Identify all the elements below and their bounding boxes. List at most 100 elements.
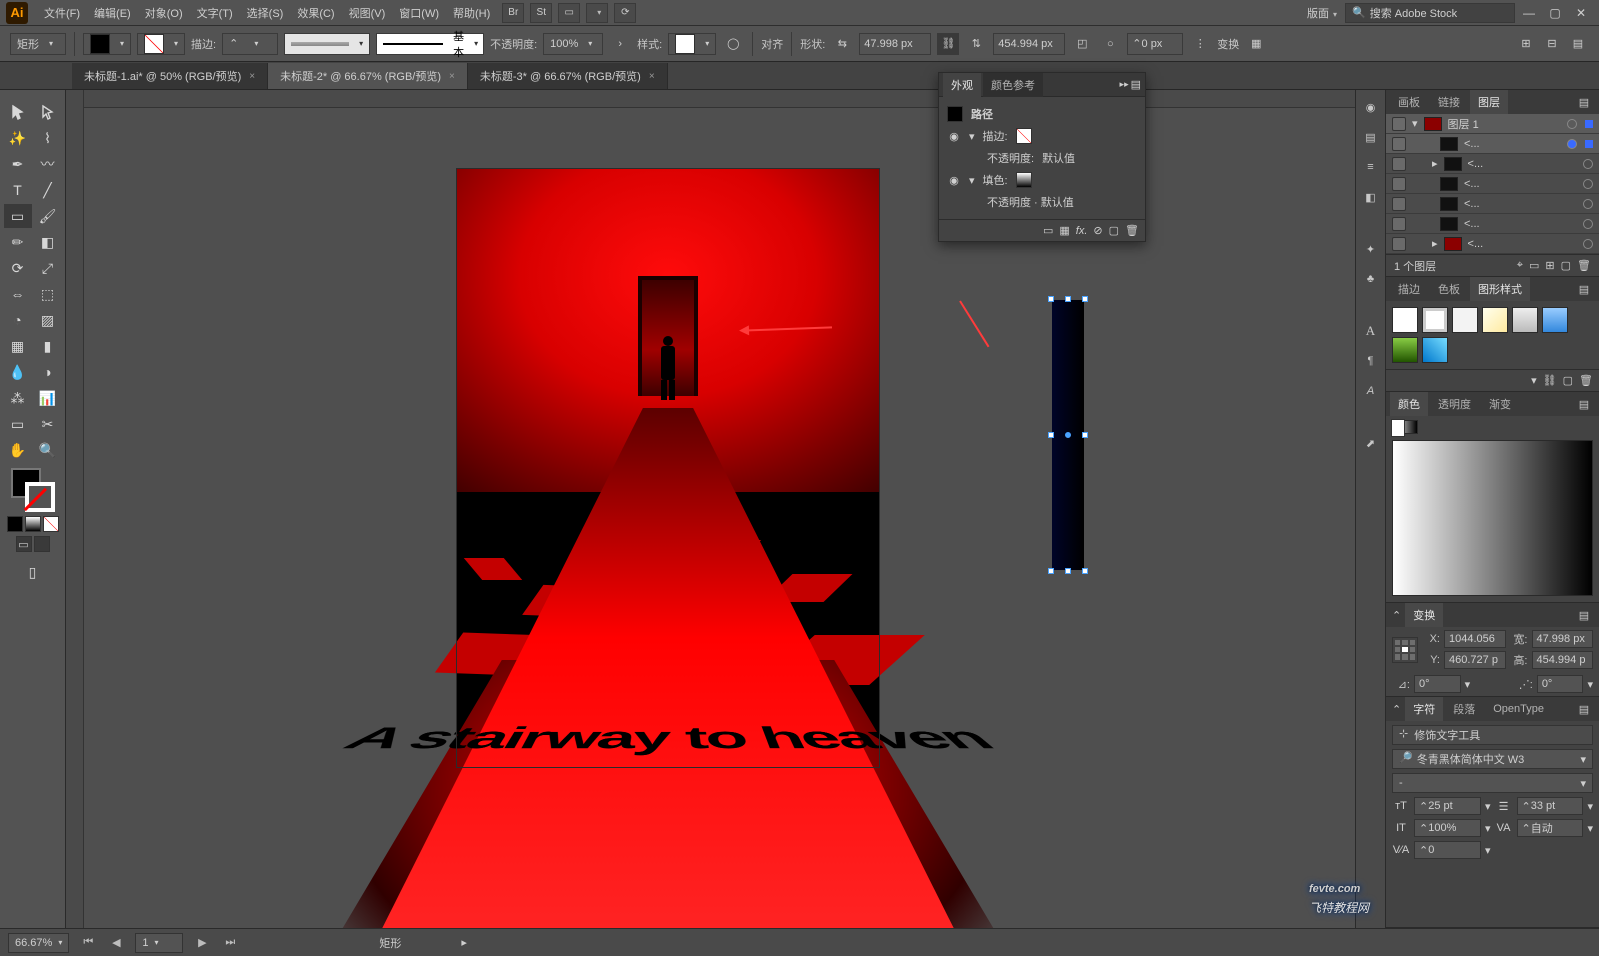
style-swatch[interactable]	[1452, 307, 1478, 333]
visibility-icon[interactable]	[1392, 117, 1406, 131]
tab-color-panel[interactable]: 颜色	[1390, 392, 1428, 416]
tab-color-guide[interactable]: 颜色参考	[983, 73, 1043, 97]
style-swatch[interactable]	[1422, 307, 1448, 333]
menu-window[interactable]: 窗口(W)	[393, 2, 445, 24]
style-swatch[interactable]	[1392, 337, 1418, 363]
swatches-dock-icon[interactable]: ✦	[1360, 238, 1382, 260]
tab-transparency-panel[interactable]: 透明度	[1430, 392, 1479, 416]
canvas[interactable]: A stairway to heaven	[66, 90, 1355, 928]
panel-menu-icon[interactable]: ▤	[1573, 393, 1595, 415]
y-field[interactable]: 460.727 p	[1444, 651, 1506, 669]
transform-dock-icon[interactable]: ⬈	[1360, 432, 1382, 454]
add-effect-icon[interactable]: fx.	[1076, 225, 1088, 237]
sublayer-row[interactable]: ▸<...	[1386, 234, 1599, 254]
artboard-tool[interactable]: ▭	[4, 412, 32, 436]
panel-menu-icon[interactable]: ▤	[1573, 698, 1595, 720]
stroke-color[interactable]	[25, 482, 55, 512]
selection-tool[interactable]	[4, 100, 32, 124]
font-family-combo[interactable]: 🔎冬青黑体简体中文 W3▾	[1392, 749, 1593, 769]
vertical-ruler[interactable]	[66, 90, 84, 928]
shape-combo[interactable]: 矩形▾	[10, 33, 66, 55]
status-expand-icon[interactable]: ▸	[461, 936, 467, 949]
fill-stroke-indicator[interactable]	[11, 468, 55, 512]
menu-file[interactable]: 文件(F)	[38, 2, 86, 24]
stroke-color-swatch[interactable]	[1016, 128, 1032, 144]
scale-tool[interactable]: ⤢	[34, 256, 62, 280]
visibility-icon[interactable]: ◉	[947, 174, 961, 187]
corner-radius-field[interactable]: ⌃0 px	[1127, 33, 1183, 55]
add-stroke-icon[interactable]: ▭	[1043, 224, 1053, 237]
menu-effect[interactable]: 效果(C)	[291, 2, 340, 24]
color-spectrum[interactable]	[1392, 440, 1593, 596]
brush-combo[interactable]: 基本▾	[376, 33, 484, 55]
close-icon[interactable]: ×	[449, 71, 455, 82]
opacity-expand-icon[interactable]: ›	[609, 33, 631, 55]
panel-menu-icon[interactable]: ▤	[1573, 604, 1595, 626]
align-panel-icon[interactable]: ⊞	[1515, 33, 1537, 55]
width-tool[interactable]: ⇔	[4, 282, 32, 306]
first-artboard-icon[interactable]: ⏮	[79, 934, 97, 952]
w-field[interactable]: 47.998 px	[1532, 630, 1594, 648]
free-transform-tool[interactable]: ⬚	[34, 282, 62, 306]
font-style-combo[interactable]: -▾	[1392, 773, 1593, 793]
direct-selection-tool[interactable]	[34, 100, 62, 124]
color-fill-stroke-toggle[interactable]	[1392, 420, 1418, 434]
mesh-tool[interactable]: ▦	[4, 334, 32, 358]
stroke-width-profile[interactable]: ▾	[284, 33, 370, 55]
appearance-panel[interactable]: 外观 颜色参考 ▸▸ ▤ 路径 ◉▾描边: 不透明度:默认值 ◉▾填色: 不透明…	[938, 72, 1146, 242]
tab-opentype[interactable]: OpenType	[1485, 699, 1552, 719]
sublayer-row[interactable]: <...	[1386, 134, 1599, 154]
gpu-icon[interactable]: ⟳	[614, 3, 636, 23]
tab-character[interactable]: 字符	[1405, 697, 1443, 721]
menu-edit[interactable]: 编辑(E)	[88, 2, 137, 24]
menu-type[interactable]: 文字(T)	[191, 2, 239, 24]
make-clip-icon[interactable]: ▭	[1529, 259, 1539, 272]
stroke-swatch[interactable]: ▾	[137, 33, 185, 55]
tab-links[interactable]: 链接	[1430, 90, 1468, 114]
zoom-tool[interactable]: 🔍	[34, 438, 62, 462]
character-dock-icon[interactable]: A	[1360, 320, 1382, 342]
magic-wand-tool[interactable]: ✨	[4, 126, 32, 150]
delete-icon[interactable]: 🗑	[1125, 224, 1139, 237]
h-field[interactable]: 454.994 p	[1532, 651, 1594, 669]
touchup-type-button[interactable]: ⊹修饰文字工具	[1392, 725, 1593, 745]
type-tool[interactable]: T	[4, 178, 32, 202]
sublayer-row[interactable]: ▸<...	[1386, 154, 1599, 174]
break-link-icon[interactable]: ⛓	[1543, 374, 1557, 387]
fill-swatch[interactable]: ▾	[83, 33, 131, 55]
tab-transform-panel[interactable]: 变换	[1405, 603, 1443, 627]
restore-button[interactable]: ▢	[1543, 4, 1567, 22]
minimize-button[interactable]: —	[1517, 4, 1541, 22]
curvature-tool[interactable]: 〰	[34, 152, 62, 176]
tab-artboards[interactable]: 画板	[1390, 90, 1428, 114]
slice-tool[interactable]: ✂	[34, 412, 62, 436]
fill-color-swatch[interactable]	[1016, 172, 1032, 188]
screen-mode-full[interactable]	[34, 536, 50, 552]
tracking-field[interactable]: ⌃自动	[1517, 819, 1584, 837]
paragraph-dock-icon[interactable]: ¶	[1360, 350, 1382, 372]
collapse-icon[interactable]: ▸▸	[1120, 79, 1129, 90]
duplicate-icon[interactable]: ▢	[1109, 224, 1119, 237]
search-stock-input[interactable]: 🔍搜索 Adobe Stock	[1345, 3, 1515, 23]
workspace-switcher[interactable]: 版面	[1301, 2, 1343, 24]
shear-field[interactable]: 0°	[1537, 675, 1584, 693]
blend-tool[interactable]: ◑	[34, 360, 62, 384]
panel-menu-icon[interactable]: ▤	[1573, 278, 1595, 300]
tab-swatches-panel[interactable]: 色板	[1430, 277, 1468, 301]
tab-graphic-styles[interactable]: 图形样式	[1470, 277, 1530, 301]
doc-tab-1[interactable]: 未标题-1.ai* @ 50% (RGB/预览)×	[72, 63, 268, 89]
doc-tab-2[interactable]: 未标题-2* @ 66.67% (RGB/预览)×	[268, 63, 468, 89]
locate-layer-icon[interactable]: ⌖	[1517, 259, 1523, 272]
sublayer-row[interactable]: <...	[1386, 174, 1599, 194]
delete-style-icon[interactable]: 🗑	[1579, 374, 1593, 387]
properties-icon[interactable]: ◉	[1360, 96, 1382, 118]
perspective-tool[interactable]: ▨	[34, 308, 62, 332]
clear-icon[interactable]: ⊘	[1093, 224, 1102, 237]
menu-select[interactable]: 选择(S)	[241, 2, 290, 24]
corner-link-icon[interactable]: ○	[1099, 33, 1121, 55]
new-style-icon[interactable]: ▢	[1563, 374, 1573, 387]
stock-button[interactable]: St	[530, 3, 552, 23]
graph-tool[interactable]: 📊	[34, 386, 62, 410]
symbol-sprayer-tool[interactable]: ⁂	[4, 386, 32, 410]
line-tool[interactable]: ╱	[34, 178, 62, 202]
